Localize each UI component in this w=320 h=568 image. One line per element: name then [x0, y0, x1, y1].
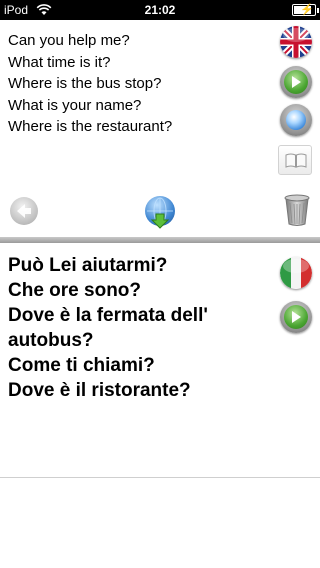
target-phrase[interactable]: Può Lei aiutarmi? — [8, 253, 208, 278]
uk-flag-icon[interactable] — [280, 26, 312, 58]
trash-icon — [284, 194, 310, 226]
play-source-button[interactable] — [280, 66, 312, 98]
play-target-button[interactable] — [280, 301, 312, 333]
target-phrase[interactable]: Che ore sono? — [8, 278, 208, 303]
record-button[interactable] — [280, 104, 312, 136]
charging-bolt-icon: ⚡ — [300, 4, 314, 16]
target-phrase[interactable]: Dove è il ristorante? — [8, 378, 208, 403]
status-bar: iPod 21:02 ⚡ — [0, 0, 320, 20]
source-phrase-list: Can you help me? What time is it? Where … — [8, 30, 172, 138]
globe-download-icon — [147, 197, 173, 229]
italy-flag-icon[interactable] — [280, 257, 312, 289]
back-button[interactable] — [10, 197, 38, 225]
target-phrase-list: Può Lei aiutarmi? Che ore sono? Dove è l… — [8, 253, 208, 403]
target-phrase[interactable]: Dove è la fermata dell' — [8, 303, 208, 328]
translate-button[interactable] — [145, 196, 175, 229]
clear-button[interactable] — [283, 193, 311, 227]
back-arrow-icon — [17, 204, 31, 218]
record-icon — [286, 110, 306, 130]
phrasebook-button[interactable] — [278, 145, 312, 175]
source-phrase[interactable]: Can you help me? — [8, 30, 172, 52]
battery-icon: ⚡ — [292, 4, 319, 16]
target-phrase[interactable]: Come ti chiami? — [8, 353, 208, 378]
source-phrase[interactable]: What time is it? — [8, 52, 172, 74]
source-phrase[interactable]: Where is the bus stop? — [8, 73, 172, 95]
target-panel: Può Lei aiutarmi? Che ore sono? Dove è l… — [0, 243, 320, 478]
source-phrase[interactable]: What is your name? — [8, 95, 172, 117]
target-phrase[interactable]: autobus? — [8, 328, 208, 353]
status-time: 21:02 — [144, 3, 176, 17]
source-phrase[interactable]: Where is the restaurant? — [8, 116, 172, 138]
source-panel: Can you help me? What time is it? Where … — [0, 20, 320, 237]
book-icon — [285, 153, 307, 168]
